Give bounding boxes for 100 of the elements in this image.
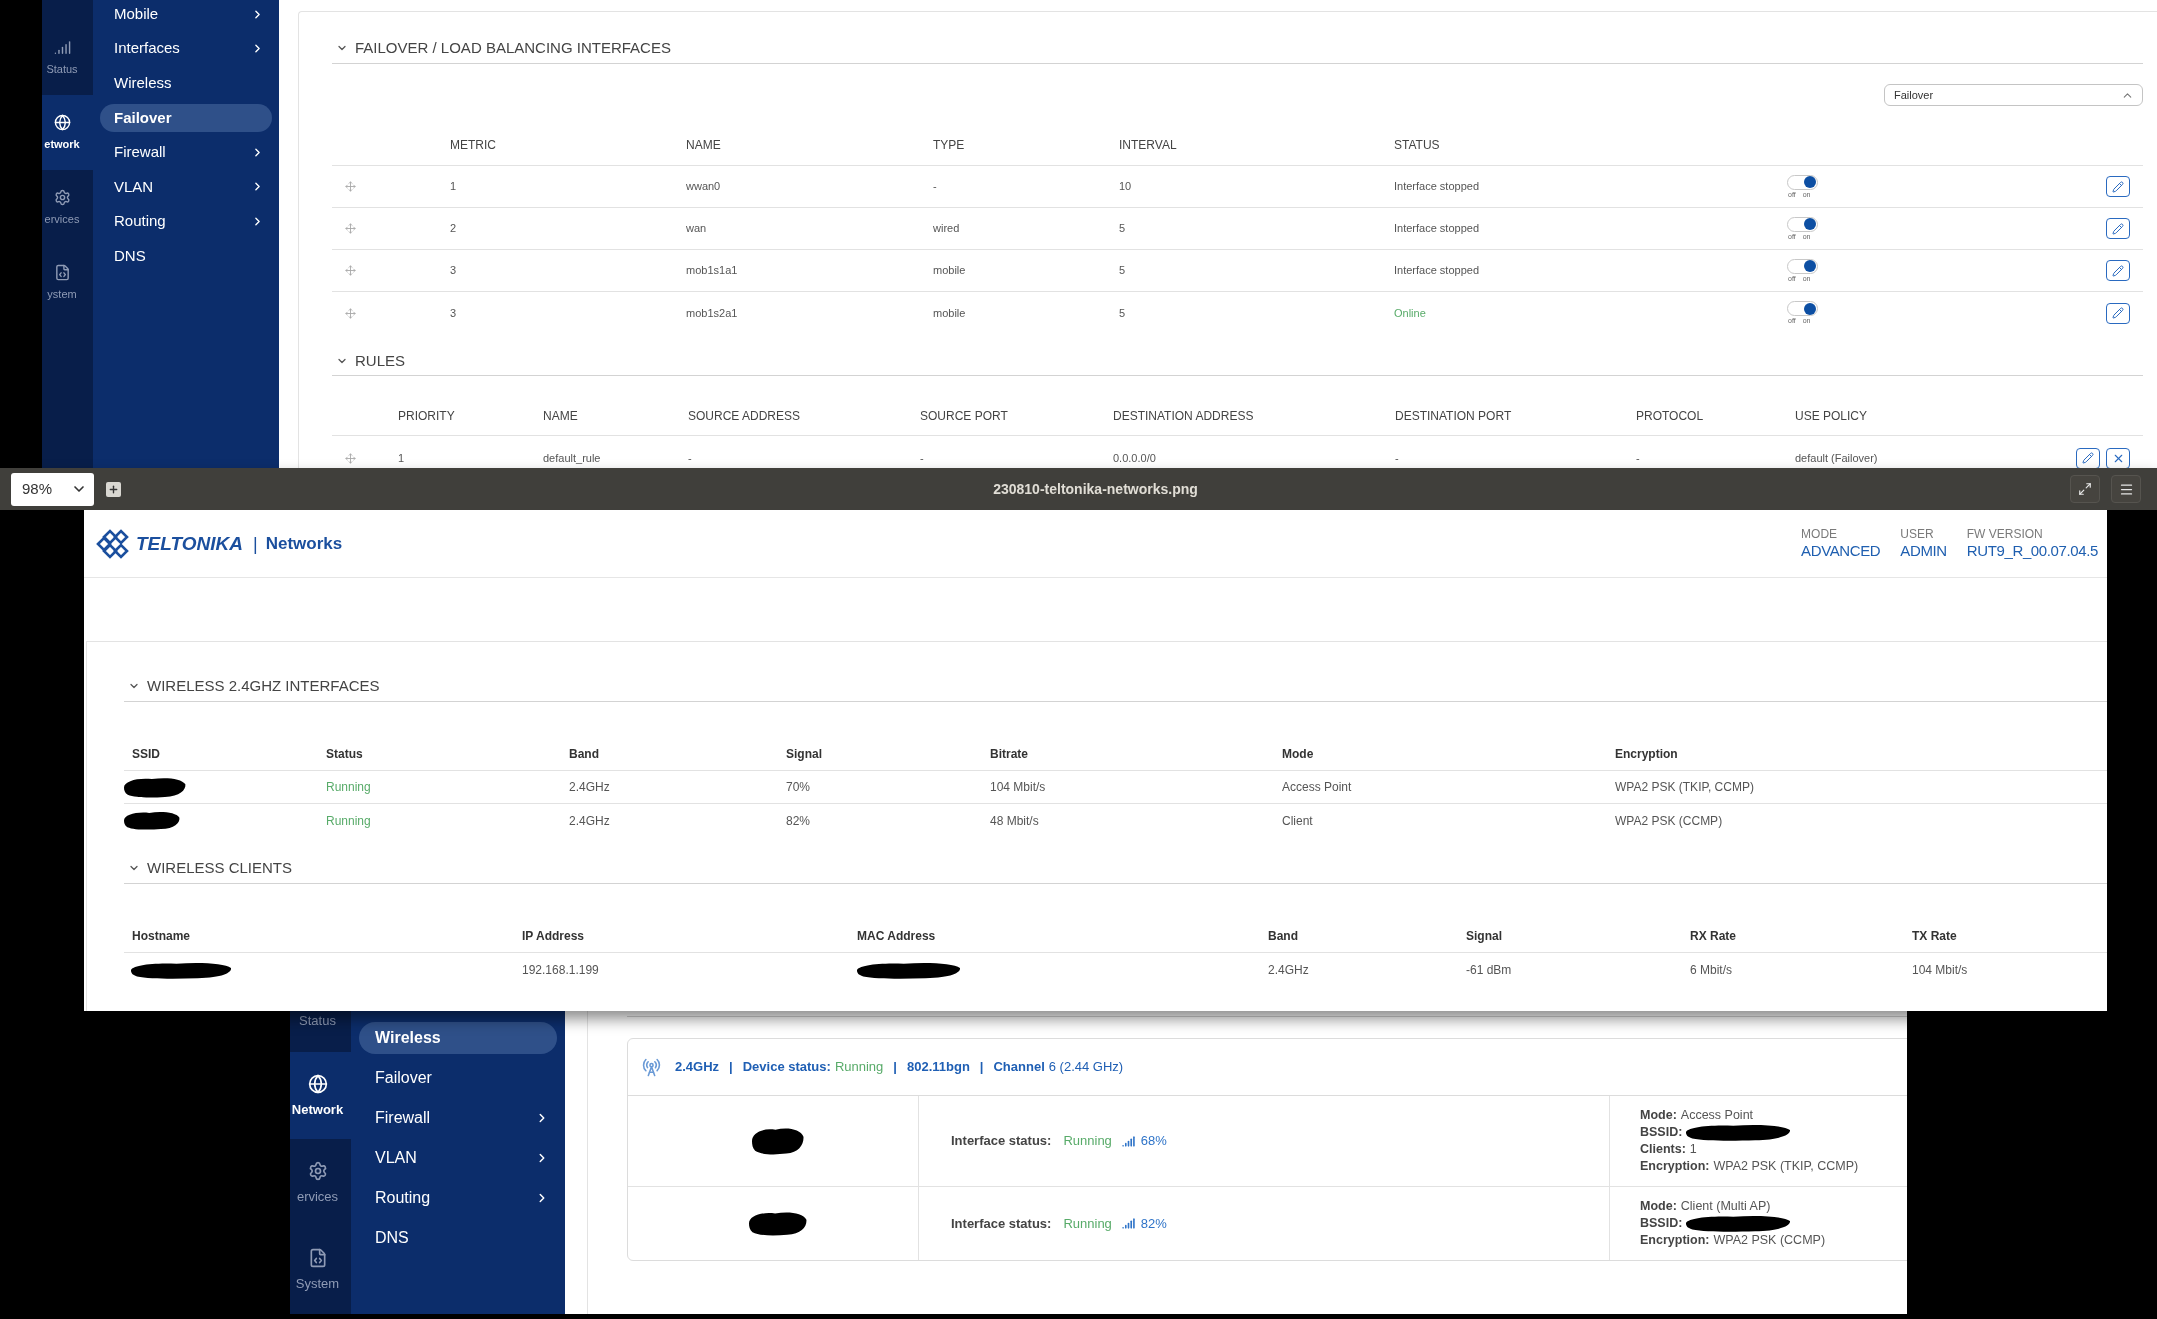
column-header: SOURCE ADDRESS (688, 409, 801, 423)
column-header: Signal (786, 746, 822, 761)
pencil-icon (2112, 222, 2124, 235)
menu-item[interactable]: Mobile (100, 0, 272, 28)
detail-label: Mode: (1640, 1198, 1677, 1215)
drag-handle-icon[interactable] (345, 223, 356, 234)
status-text: Interface stopped (1394, 180, 1479, 193)
plus-button[interactable] (106, 481, 121, 497)
section-title: WIRELESS 2.4GHZ INTERFACES (147, 677, 380, 695)
table-cell: wired (933, 222, 960, 235)
column-header: MAC Address (857, 928, 936, 943)
menu-item[interactable]: VLAN (100, 172, 272, 201)
table-cell: 82% (786, 813, 811, 828)
table-cell: 10 (1119, 180, 1132, 193)
section-title: RULES (355, 352, 406, 370)
rail-item[interactable]: System (290, 1226, 351, 1313)
table-cell: Client (1282, 813, 1313, 828)
column-header: Hostname (132, 928, 190, 943)
table-cell: 1 (398, 451, 405, 464)
menu-item[interactable]: Wireless (359, 1022, 557, 1054)
table-cell: WPA2 PSK (TKIP, CCMP) (1615, 780, 1754, 794)
signal-value: 82% (1140, 1214, 1167, 1233)
menu-button[interactable] (2111, 475, 2141, 503)
table-cell: 0.0.0.0/0 (1113, 451, 1156, 464)
zoom-select[interactable]: 98% (11, 472, 94, 506)
plus-icon (108, 483, 119, 495)
table-cell: default (Failover) (1795, 451, 1878, 464)
fullscreen-button[interactable] (2070, 475, 2100, 503)
edit-button[interactable] (2106, 302, 2130, 324)
band-label: 2.4GHz (675, 1058, 720, 1077)
detail-value: Client (Multi AP) (1680, 1198, 1771, 1215)
table-cell: - (920, 451, 924, 464)
drag-handle-icon[interactable] (345, 307, 356, 319)
drag-handle-icon[interactable] (345, 452, 356, 464)
column-header: DESTINATION PORT (1395, 409, 1512, 423)
menu-item[interactable]: Wireless (100, 69, 272, 98)
pencil-icon (2112, 180, 2124, 193)
rail-item[interactable]: Network (290, 1052, 351, 1139)
rail-item[interactable]: ystem (42, 245, 93, 320)
logo-wordmark: TELTONIKA (136, 532, 243, 555)
separator: | (729, 1058, 733, 1077)
edit-button[interactable] (2106, 260, 2130, 281)
channel-label: Channel (993, 1058, 1045, 1077)
expand-icon (2078, 482, 2092, 496)
detail-value: WPA2 PSK (CCMP) (1713, 1232, 1826, 1249)
status-text: Interface stopped (1394, 264, 1479, 277)
table-cell: 6 Mbit/s (1690, 963, 1732, 977)
menu-item[interactable]: Routing (359, 1182, 557, 1214)
antenna-icon (642, 1057, 661, 1077)
column-header: SOURCE PORT (920, 409, 1008, 423)
rail-item[interactable]: Status (290, 1010, 351, 1052)
rail-item[interactable]: etwork (42, 95, 93, 170)
edit-button[interactable] (2106, 176, 2130, 197)
table-cell: 48 Mbit/s (990, 813, 1039, 828)
menu-item[interactable]: Firewall (359, 1102, 557, 1134)
detail-label: Encryption: (1640, 1232, 1710, 1249)
signal-bars-icon (53, 39, 71, 56)
menu-item[interactable]: Failover (100, 103, 272, 132)
rail-item[interactable]: Status (42, 20, 93, 95)
window-title: 230810-teltonika-networks.png (993, 479, 1198, 499)
table-cell: 1 (450, 180, 457, 193)
table-cell: wwan0 (686, 180, 721, 193)
drag-handle-icon[interactable] (345, 181, 356, 192)
column-header: Bitrate (990, 746, 1028, 761)
table-cell: 5 (1119, 222, 1126, 235)
info-label: USER (1900, 527, 1935, 542)
edit-button[interactable] (2076, 447, 2100, 468)
edit-button[interactable] (2106, 218, 2130, 239)
table-cell: 70% (786, 780, 811, 794)
mode-select[interactable]: Failover (1884, 84, 2143, 106)
column-header: Encryption (1615, 746, 1678, 761)
table-cell: 192.168.1.199 (522, 963, 599, 977)
rail-item[interactable]: ervices (290, 1139, 351, 1226)
menu-item[interactable]: Routing (100, 207, 272, 236)
drag-handle-icon[interactable] (345, 265, 356, 276)
delete-button[interactable] (2106, 447, 2130, 468)
status-text: Running (834, 1058, 884, 1077)
menu-item[interactable]: Firewall (100, 138, 272, 167)
column-header: RX Rate (1690, 928, 1736, 943)
column-header: Signal (1466, 928, 1502, 943)
menu-item[interactable]: DNS (100, 242, 272, 271)
logo-product-name: Networks (265, 532, 343, 555)
menu-item[interactable]: Failover (359, 1062, 557, 1094)
pencil-icon (2112, 307, 2124, 319)
signal-bars-icon (1121, 1217, 1135, 1230)
status-text: Running (1063, 1132, 1112, 1151)
table-cell: 2.4GHz (1268, 963, 1309, 977)
rail-item[interactable]: ervices (42, 170, 93, 245)
code-file-icon (53, 264, 71, 281)
status-text: Running (326, 780, 371, 794)
detail-value: WPA2 PSK (TKIP, CCMP) (1713, 1158, 1859, 1175)
info-label: FW VERSION (1966, 527, 2044, 542)
detail-label: Encryption: (1640, 1158, 1710, 1175)
info-value: ADVANCED (1801, 542, 1881, 560)
signal-bars-icon (1121, 1134, 1135, 1148)
status-text: Running (1063, 1214, 1112, 1233)
menu-item[interactable]: DNS (359, 1222, 557, 1254)
menu-item[interactable]: VLAN (359, 1142, 557, 1174)
menu-item[interactable]: Interfaces (100, 34, 272, 63)
detail-label: Mode: (1640, 1107, 1677, 1124)
